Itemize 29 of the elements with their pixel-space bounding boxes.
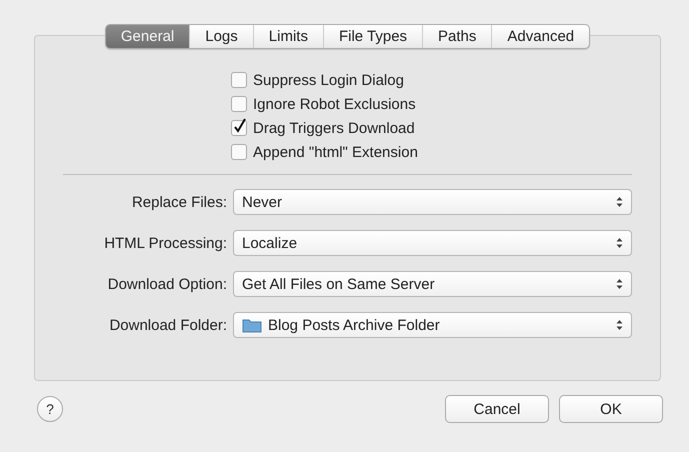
checkbox-label: Drag Triggers Download: [253, 120, 415, 136]
tab[interactable]: General: [106, 25, 190, 48]
checkbox[interactable]: [231, 96, 247, 112]
checkbox-label: Append "html" Extension: [253, 144, 418, 160]
updown-arrows-icon: [616, 278, 623, 290]
popup-menu[interactable]: Never: [233, 189, 632, 215]
field-label: Download Folder:: [108, 316, 227, 334]
dialog-button[interactable]: OK: [559, 395, 663, 423]
field-label: HTML Processing:: [103, 234, 227, 252]
updown-arrows-icon: [616, 319, 623, 331]
folder-icon: [242, 318, 262, 332]
checkbox-label: Suppress Login Dialog: [253, 72, 404, 88]
popup-menu[interactable]: Localize: [233, 230, 632, 256]
tab[interactable]: Logs: [189, 25, 253, 48]
checkbox[interactable]: [231, 72, 247, 88]
checkbox-label: Ignore Robot Exclusions: [253, 96, 416, 112]
field-label: Download Option:: [106, 276, 227, 292]
checkbox[interactable]: [231, 144, 247, 160]
tab[interactable]: File Types: [322, 25, 422, 48]
field-label: Replace Files:: [130, 194, 227, 210]
updown-arrows-icon: [616, 196, 623, 208]
popup-menu[interactable]: Get All Files on Same Server: [233, 271, 632, 297]
popup-menu[interactable]: Blog Posts Archive Folder: [233, 312, 632, 338]
checkbox[interactable]: [231, 120, 247, 136]
updown-arrows-icon: [616, 237, 623, 249]
tab[interactable]: Limits: [252, 25, 323, 48]
tab[interactable]: Paths: [422, 25, 492, 48]
help-button[interactable]: ?: [37, 396, 63, 422]
dialog-button[interactable]: Cancel: [445, 395, 549, 423]
